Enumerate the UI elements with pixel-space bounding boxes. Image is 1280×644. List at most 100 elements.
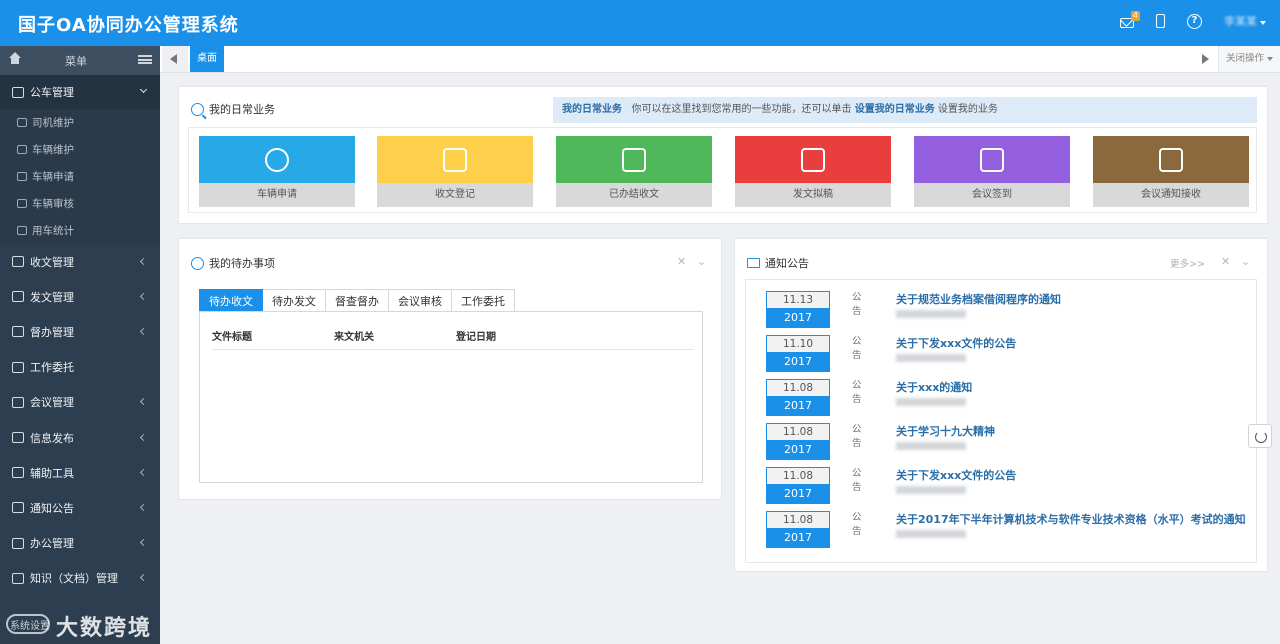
tab-scroll-left-icon[interactable] [162,46,188,72]
date-badge: 11.08 2017 [766,467,830,504]
sidebar-item-outgoing-docs[interactable]: 发文管理 [0,279,160,314]
tile-meeting-notice[interactable]: 会议通知接收 [1093,136,1249,207]
sidebar-subitem-driver[interactable]: 司机维护 [0,109,160,136]
list-item[interactable]: 11.08 2017 公告 关于学习十九大精神 [766,423,1240,467]
chevron-down-icon[interactable]: ⌄ [1241,255,1250,268]
sidebar-item-label: 通知公告 [30,501,74,515]
column-header: 来文机关 [334,332,374,343]
list-item[interactable]: 11.08 2017 公告 关于xxx的通知 [766,379,1240,423]
car-icon [17,199,27,208]
tile-face [914,136,1070,183]
chevron-down-icon[interactable]: ⌄ [697,255,706,268]
sidebar-subitem-vehicle-maintenance[interactable]: 车辆维护 [0,136,160,163]
close-icon[interactable]: ✕ [1221,255,1230,268]
mail-icon[interactable]: 4 [1120,10,1140,28]
more-link[interactable]: 更多>> [1170,256,1205,270]
list-item[interactable]: 11.10 2017 公告 关于下发xxx文件的公告 [766,335,1240,379]
sidebar-subitem-vehicle-review[interactable]: 车辆审核 [0,190,160,217]
edit-icon [12,291,24,303]
refresh-float-button[interactable] [1248,424,1272,448]
date-month-day: 11.13 [767,292,829,308]
sidebar-item-delegation[interactable]: 工作委托 [0,350,160,385]
info-suffix: 设置我的业务 [937,104,998,115]
tab-pending-incoming[interactable]: 待办收文 [199,289,263,312]
tile-draft-outgoing[interactable]: 发文拟稿 [735,136,891,207]
tab-pending-outgoing[interactable]: 待办发文 [263,289,326,312]
chevron-left-icon [139,257,148,265]
pen-document-icon [801,148,825,172]
tile-incoming-register[interactable]: 收文登记 [377,136,533,207]
notices-list: 11.13 2017 公告 关于规范业务档案借阅程序的通知 11.10 2017 公… [745,279,1257,563]
date-year: 2017 [767,484,829,503]
sidebar-item-incoming-docs[interactable]: 收文管理 [0,244,160,279]
sidebar-subitem-label: 用车统计 [32,225,74,237]
tile-label: 车辆申请 [199,183,355,207]
sidebar-item-notices[interactable]: 通知公告 [0,490,160,525]
tab-meeting-review[interactable]: 会议审核 [389,289,452,312]
notice-title[interactable]: 关于规范业务档案借阅程序的通知 [896,291,1061,307]
notice-title[interactable]: 关于xxx的通知 [896,379,972,395]
notice-kind: 公告 [852,292,862,317]
sidebar-item-meetings[interactable]: 会议管理 [0,385,160,420]
shortcut-tiles: 车辆申请 收文登记 已办结收文 发文拟稿 会议签到 会议通知接收 [188,127,1257,213]
sidebar-header-label: 菜单 [65,55,87,68]
sidebar-item-publishing[interactable]: 信息发布 [0,420,160,455]
car-icon [12,86,24,98]
notice-kind: 公告 [852,380,862,405]
close-icon[interactable]: ✕ [677,255,686,268]
date-year: 2017 [767,308,829,327]
sidebar-item-tools[interactable]: 辅助工具 [0,455,160,490]
date-year: 2017 [767,396,829,415]
tab-desktop[interactable]: 桌面 [190,46,224,72]
close-operations-menu[interactable]: 关闭操作 [1218,46,1280,72]
sidebar-item-office[interactable]: 办公管理 [0,526,160,561]
collapse-menu-icon[interactable] [138,55,152,64]
notices-panel: 通知公告 更多>> ✕ ⌄ 11.13 2017 公告 关于规范业务档案借阅程序的… [734,238,1268,572]
notice-title[interactable]: 关于2017年下半年计算机技术与软件专业技术资格（水平）考试的通知 [896,511,1246,527]
tile-meeting-signin[interactable]: 会议签到 [914,136,1070,207]
sidebar-subitem-vehicle-request[interactable]: 车辆申请 [0,163,160,190]
pending-tabs: 待办收文 待办发文 督查督办 会议审核 工作委托 [199,289,515,312]
briefcase-icon [12,537,24,549]
list-item[interactable]: 11.13 2017 公告 关于规范业务档案借阅程序的通知 [766,291,1240,335]
date-month-day: 11.08 [767,512,829,528]
list-item[interactable]: 11.08 2017 公告 关于下发xxx文件的公告 [766,467,1240,511]
tile-face [556,136,712,183]
sidebar-item-knowledge[interactable]: 知识（文档）管理 [0,561,160,596]
home-icon[interactable] [8,52,22,65]
tab-work-delegation[interactable]: 工作委托 [452,289,515,312]
tab-scroll-right-icon[interactable] [1196,46,1216,72]
tile-vehicle-request[interactable]: 车辆申请 [199,136,355,207]
sidebar-item-label: 会议管理 [30,396,74,410]
notice-title[interactable]: 关于下发xxx文件的公告 [896,335,1016,351]
search-icon [191,102,204,116]
sidebar-subitem-usage-stats[interactable]: 用车统计 [0,217,160,244]
top-bar-icons: 4 ? 李某某 [1120,10,1266,29]
chevron-left-icon [139,539,148,547]
tab-bar: 桌面 关闭操作 [160,46,1280,73]
tab-supervision[interactable]: 督查督办 [326,289,389,312]
date-year: 2017 [767,528,829,547]
date-year: 2017 [767,440,829,459]
pending-title: 我的待办事项 [209,257,275,270]
redacted-text [896,530,966,538]
notice-title[interactable]: 关于下发xxx文件的公告 [896,467,1016,483]
list-item[interactable]: 11.08 2017 公告 关于2017年下半年计算机技术与软件专业技术资格（水平… [766,511,1246,555]
bus-icon [17,172,27,181]
tile-face [1093,136,1249,183]
set-daily-business-link[interactable]: 设置我的日常业务 [855,104,935,115]
tile-completed-incoming[interactable]: 已办结收文 [556,136,712,207]
app-title: 国子OA协同办公管理系统 [18,15,239,36]
date-badge: 11.08 2017 [766,423,830,460]
phone-icon[interactable] [1156,14,1165,28]
date-badge: 11.10 2017 [766,335,830,372]
sidebar-item-supervision[interactable]: 督办管理 [0,314,160,349]
envelope-icon [747,258,760,268]
daily-business-title: 我的日常业务 [209,103,275,116]
sidebar-item-label: 督办管理 [30,325,74,339]
help-icon[interactable]: ? [1187,13,1202,29]
user-name: 李某某 [1224,15,1257,28]
sidebar-item-vehicle[interactable]: 公车管理 [0,75,160,109]
notice-title[interactable]: 关于学习十九大精神 [896,423,995,439]
user-menu[interactable]: 李某某 [1224,13,1266,29]
